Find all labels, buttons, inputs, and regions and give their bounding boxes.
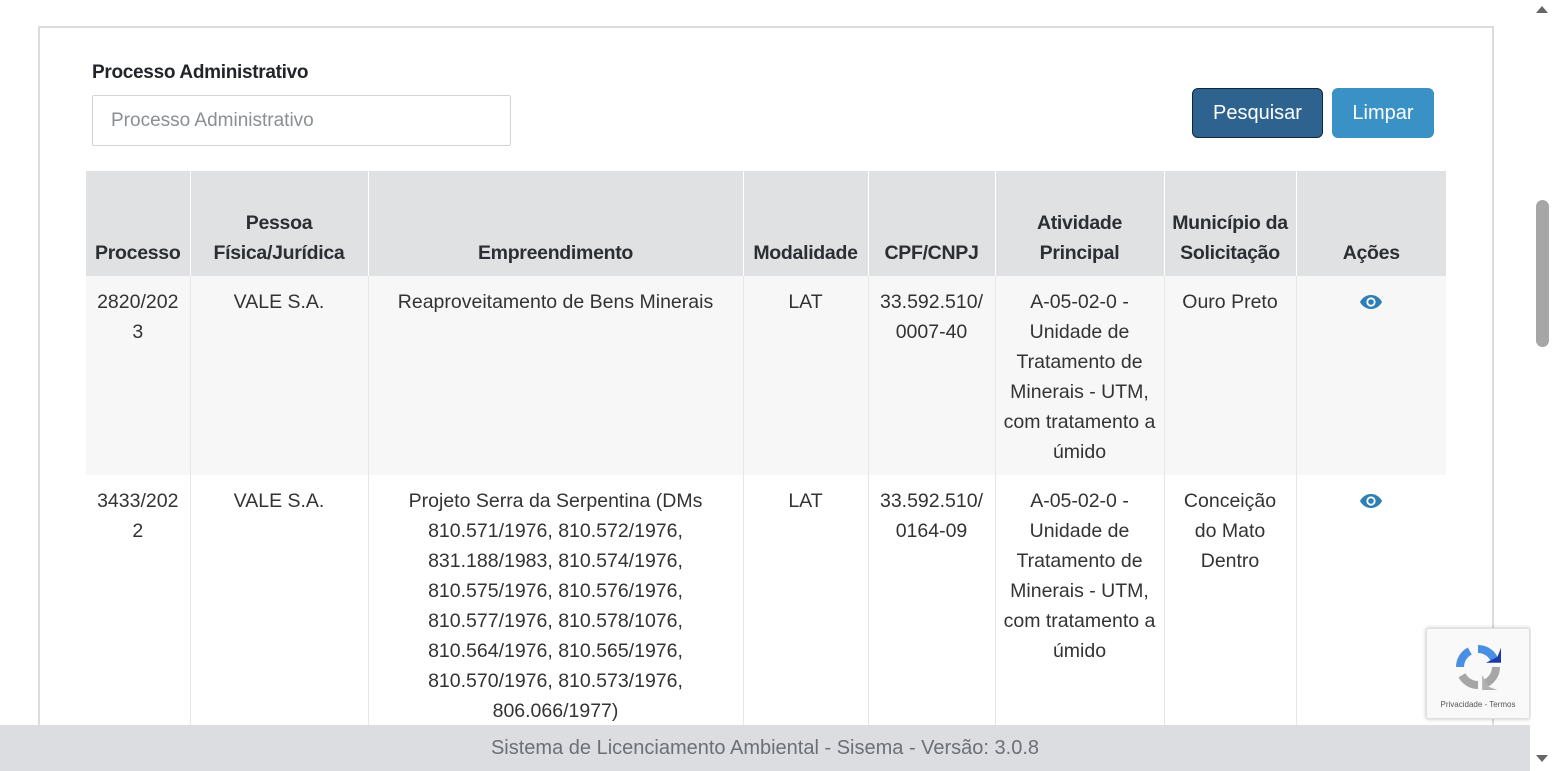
- recaptcha-logo-icon: [1456, 645, 1501, 690]
- header-pessoa[interactable]: Pessoa Física/Jurídica: [190, 171, 369, 276]
- cell-atividade: A-05-02-0 - Unidade de Tratamento de Min…: [995, 276, 1165, 475]
- cell-modalidade: LAT: [743, 276, 869, 475]
- cell-municipio: Conceição do Mato Dentro: [1164, 475, 1297, 734]
- page-footer: Sistema de Licenciamento Ambiental - Sis…: [0, 725, 1530, 771]
- recaptcha-badge[interactable]: Privacidade - Termos: [1426, 628, 1530, 719]
- scroll-up-icon[interactable]: [1536, 6, 1548, 13]
- cell-modalidade: LAT: [743, 475, 869, 734]
- header-atividade[interactable]: Atividade Principal: [995, 171, 1165, 276]
- cell-empreendimento: Reaproveitamento de Bens Minerais: [368, 276, 744, 475]
- cell-acoes: [1296, 475, 1446, 734]
- table-row: 2820/2023 VALE S.A. Reaproveitamento de …: [86, 276, 1446, 475]
- cell-municipio: Ouro Preto: [1164, 276, 1297, 475]
- cell-pessoa: VALE S.A.: [190, 276, 369, 475]
- table-row: 3433/2022 VALE S.A. Projeto Serra da Ser…: [86, 475, 1446, 734]
- eye-icon[interactable]: [1359, 290, 1383, 309]
- cell-processo: 2820/2023: [86, 276, 191, 475]
- search-button[interactable]: Pesquisar: [1192, 88, 1323, 138]
- cell-atividade: A-05-02-0 - Unidade de Tratamento de Min…: [995, 475, 1165, 734]
- cell-processo: 3433/2022: [86, 475, 191, 734]
- cell-empreendimento: Projeto Serra da Serpentina (DMs 810.571…: [368, 475, 744, 734]
- header-modalidade[interactable]: Modalidade: [743, 171, 869, 276]
- page-scrollbar[interactable]: [1531, 0, 1554, 771]
- cell-pessoa: VALE S.A.: [190, 475, 369, 734]
- cell-cpf-cnpj: 33.592.510/0164-09: [868, 475, 996, 734]
- processo-input[interactable]: [92, 95, 511, 146]
- table-header-row: Processo Pessoa Física/Jurídica Empreend…: [86, 171, 1446, 276]
- eye-icon[interactable]: [1359, 489, 1383, 508]
- header-acoes: Ações: [1296, 171, 1446, 276]
- cell-acoes: [1296, 276, 1446, 475]
- recaptcha-links[interactable]: Privacidade - Termos: [1427, 700, 1529, 709]
- processo-label: Processo Administrativo: [92, 62, 309, 83]
- scrollbar-thumb[interactable]: [1536, 200, 1549, 347]
- cell-cpf-cnpj: 33.592.510/0007-40: [868, 276, 996, 475]
- header-cpf-cnpj[interactable]: CPF/CNPJ: [868, 171, 996, 276]
- header-municipio[interactable]: Município da Solicitação: [1164, 171, 1297, 276]
- header-empreendimento[interactable]: Empreendimento: [368, 171, 744, 276]
- results-table: Processo Pessoa Física/Jurídica Empreend…: [86, 171, 1446, 734]
- clear-button[interactable]: Limpar: [1332, 88, 1434, 138]
- header-processo[interactable]: Processo: [86, 171, 191, 276]
- scroll-down-icon[interactable]: [1536, 755, 1548, 762]
- footer-version-text: Sistema de Licenciamento Ambiental - Sis…: [490, 736, 1040, 759]
